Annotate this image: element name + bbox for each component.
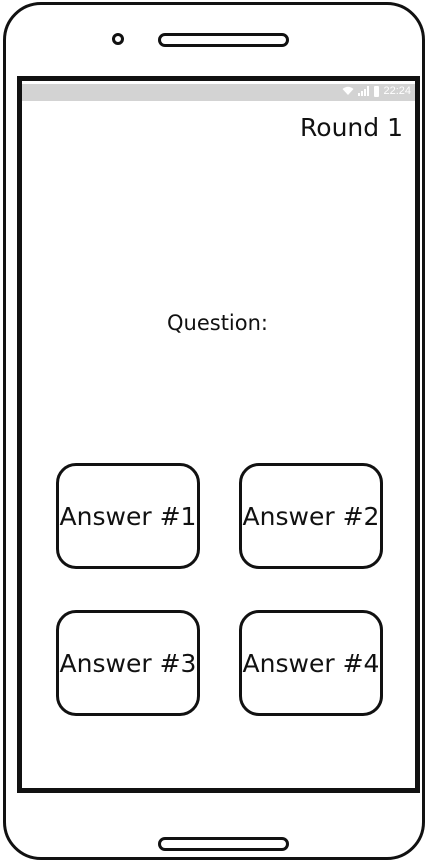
answer-2-button[interactable]: Answer #2 <box>239 463 383 569</box>
question-label: Question: <box>167 311 269 335</box>
status-time: 22:24 <box>383 85 411 97</box>
status-indicators: 22:24 <box>342 85 411 97</box>
camera-icon <box>112 33 124 45</box>
round-title: Round 1 <box>300 113 403 142</box>
battery-icon <box>374 85 380 97</box>
speaker-grille <box>158 33 289 47</box>
status-bar: 22:24 <box>22 84 415 101</box>
home-button[interactable] <box>158 837 289 851</box>
answer-1-button[interactable]: Answer #1 <box>56 463 200 569</box>
wifi-icon <box>342 86 354 95</box>
answer-4-button[interactable]: Answer #4 <box>239 610 383 716</box>
phone-screen: 22:24 Round 1 Question: Answer #1 Answer… <box>17 76 420 793</box>
answer-3-button[interactable]: Answer #3 <box>56 610 200 716</box>
signal-icon <box>358 86 370 96</box>
